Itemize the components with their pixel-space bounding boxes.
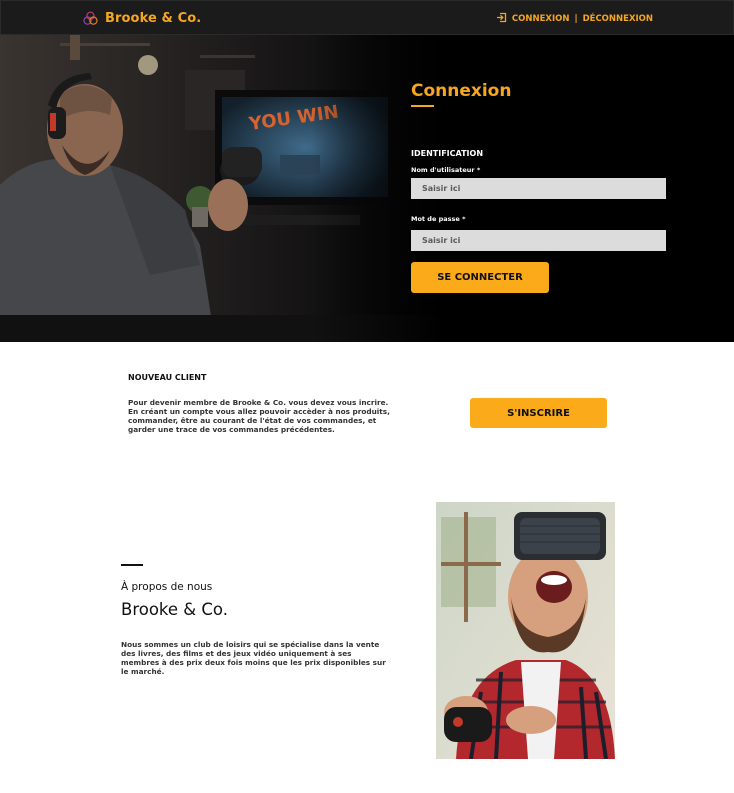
about-company-name: Brooke & Co.	[121, 600, 228, 619]
vr-gamer-photo	[436, 502, 615, 759]
username-label: Nom d'utilisateur *	[411, 166, 481, 174]
login-form: Connexion IDENTIFICATION Nom d'utilisate…	[411, 35, 711, 342]
top-navigation-bar: Brooke & Co. CONNEXION | DÉCONNEXION	[0, 0, 734, 35]
about-description: Nous sommes un club de loisirs qui se sp…	[121, 640, 386, 677]
brand-name: Brooke & Co.	[105, 11, 202, 26]
login-title: Connexion	[411, 81, 512, 101]
login-link[interactable]: CONNEXION	[512, 14, 570, 24]
about-divider	[121, 564, 143, 566]
new-client-description: Pour devenir membre de Brooke & Co. vous…	[128, 398, 390, 435]
new-client-title: NOUVEAU CLIENT	[128, 373, 207, 382]
gamer-headset-photo: YOU WIN	[0, 35, 445, 342]
auth-nav: CONNEXION | DÉCONNEXION	[496, 12, 653, 26]
title-underline	[411, 105, 434, 107]
brand[interactable]: Brooke & Co.	[82, 10, 201, 27]
password-label: Mot de passe *	[411, 215, 466, 223]
nav-separator: |	[574, 14, 578, 24]
username-input[interactable]	[411, 178, 666, 199]
brand-logo-icon	[82, 10, 99, 27]
login-arrow-icon	[496, 12, 507, 26]
password-input[interactable]	[411, 230, 666, 251]
logout-link[interactable]: DÉCONNEXION	[583, 14, 653, 24]
identification-label: IDENTIFICATION	[411, 149, 484, 158]
hero-section: YOU WIN Connexion IDENTIFICATION	[0, 35, 734, 342]
login-button[interactable]: SE CONNECTER	[411, 262, 549, 293]
signup-button[interactable]: S'INSCRIRE	[470, 398, 607, 428]
about-label: À propos de nous	[121, 581, 213, 593]
